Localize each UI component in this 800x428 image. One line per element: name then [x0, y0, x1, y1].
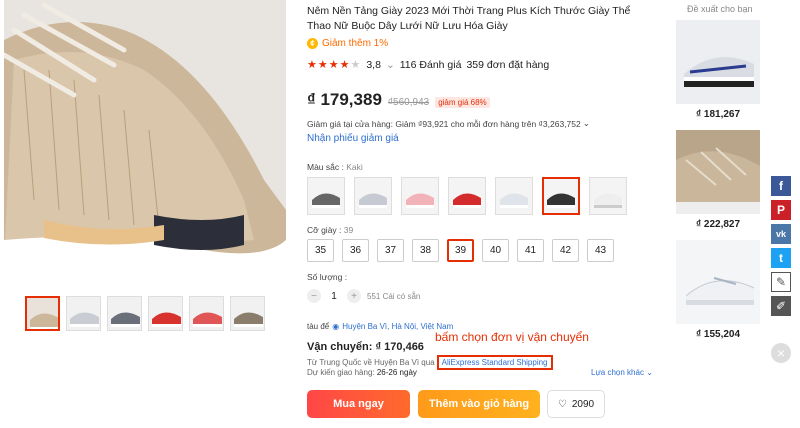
wishlist-button[interactable]: ♡ 2090 — [547, 390, 605, 418]
size-label-row: Cỡ giày : 39 — [307, 225, 353, 235]
shipping-cost: Vận chuyển: ₫ 170,466 — [307, 341, 424, 353]
color-swatch[interactable] — [589, 177, 627, 215]
chevron-down-icon[interactable]: ⌄ — [386, 59, 395, 71]
store-discount[interactable]: Giảm giá tại cửa hàng: Giảm ₫93,921 cho … — [307, 118, 590, 129]
recommendation-image[interactable] — [676, 240, 760, 324]
location-pin-icon: ◉ — [332, 322, 340, 331]
thumbnail[interactable] — [107, 296, 142, 331]
pinterest-icon[interactable]: P — [771, 200, 791, 220]
pen-icon[interactable]: ✐ — [771, 296, 791, 316]
size-options: 35 36 37 38 39 40 41 42 43 — [307, 239, 614, 262]
annotation-text: bấm chọn đơn vị vận chuyển — [435, 330, 589, 344]
more-shipping-options[interactable]: Lựa chọn khác ⌄ — [591, 368, 653, 377]
color-selected-value: Kaki — [346, 162, 363, 172]
size-option[interactable]: 42 — [552, 239, 579, 262]
recommendation-card[interactable]: ₫ 181,267 — [676, 20, 760, 120]
color-label: Màu sắc : — [307, 162, 344, 172]
thumbnail-strip — [25, 296, 265, 331]
coin-icon: ¢ — [307, 38, 318, 49]
review-count[interactable]: 116 Đánh giá — [400, 59, 462, 71]
social-share-bar: f P vk t ✎ ✐ — [771, 176, 791, 316]
size-option[interactable]: 38 — [412, 239, 439, 262]
wishlist-count: 2090 — [571, 398, 595, 410]
heart-icon: ♡ — [557, 398, 567, 410]
quantity-value[interactable]: 1 — [327, 291, 341, 302]
thumbnail[interactable] — [148, 296, 183, 331]
size-option[interactable]: 36 — [342, 239, 369, 262]
facebook-icon[interactable]: f — [771, 176, 791, 196]
thumbnail[interactable] — [66, 296, 101, 331]
vk-icon[interactable]: vk — [771, 224, 791, 244]
main-product-image[interactable] — [4, 0, 286, 286]
color-swatches — [307, 177, 627, 215]
recommendations-title: Đề xuất cho bạn — [687, 4, 753, 14]
color-swatch[interactable] — [401, 177, 439, 215]
star-rating-icon: ★★★★★ — [307, 59, 362, 71]
twitter-icon[interactable]: t — [771, 248, 791, 268]
chevron-down-icon: ⌄ — [582, 118, 590, 128]
discount-badge: giảm giá 68% — [435, 97, 490, 108]
size-selected-value: 39 — [343, 225, 354, 235]
ships-from: tàu để ◉ Huyện Ba Vì, Hà Nội, Việt Nam — [307, 322, 453, 331]
store-discount-text: Giảm giá tại cửa hàng: Giảm ₫93,921 cho … — [307, 118, 581, 129]
recommendation-price: ₫ 222,827 — [695, 219, 741, 230]
decrease-quantity-button[interactable]: − — [307, 289, 321, 303]
buy-now-button[interactable]: Mua ngay — [307, 390, 410, 418]
delivery-label: Dự kiến giao hàng: — [307, 368, 375, 377]
quantity-label: Số lượng : — [307, 272, 348, 282]
thumbnail[interactable] — [25, 296, 60, 331]
delivery-dates: 26-26 ngày — [376, 368, 417, 377]
shipping-route-text: Từ Trung Quốc về Huyện Ba Vì qua — [307, 358, 435, 367]
close-icon[interactable]: × — [771, 343, 791, 363]
color-swatch[interactable] — [307, 177, 345, 215]
size-option[interactable]: 41 — [517, 239, 544, 262]
thumbnail[interactable] — [189, 296, 224, 331]
recommendation-card[interactable]: ₫ 222,827 — [676, 130, 760, 230]
color-swatch[interactable] — [495, 177, 533, 215]
recommendation-image[interactable] — [676, 130, 760, 214]
size-option[interactable]: 37 — [377, 239, 404, 262]
quantity-stepper: − 1 + 551 Cái có sẵn — [307, 289, 420, 303]
size-option[interactable]: 35 — [307, 239, 334, 262]
size-option[interactable]: 43 — [587, 239, 614, 262]
size-label: Cỡ giày : — [307, 225, 342, 235]
recommendation-price: ₫ 155,204 — [695, 329, 741, 340]
shipping-method-link[interactable]: AliExpress Standard Shipping — [436, 355, 553, 370]
rating-value: 3,8 — [366, 58, 381, 71]
size-option[interactable]: 40 — [482, 239, 509, 262]
sneaker-image — [4, 0, 286, 286]
order-count: 359 đơn đặt hàng — [466, 58, 550, 71]
thumbnail[interactable] — [230, 296, 265, 331]
recommendation-price: ₫ 181,267 — [695, 109, 741, 120]
quantity-available: 551 Cái có sẵn — [367, 291, 421, 301]
add-to-cart-button[interactable]: Thêm vào giỏ hàng — [418, 390, 540, 418]
more-options-label: Lựa chọn khác — [591, 368, 644, 377]
get-coupon-link[interactable]: Nhận phiếu giảm giá — [307, 133, 399, 144]
color-swatch[interactable] — [354, 177, 392, 215]
size-option-selected[interactable]: 39 — [447, 239, 474, 262]
original-price: ₫560,943 — [387, 97, 430, 108]
product-title: Nêm Nền Tảng Giày 2023 Mới Thời Trang Pl… — [307, 5, 631, 32]
color-swatch-selected[interactable] — [542, 177, 580, 215]
delivery-estimate: Dự kiến giao hàng: 26-26 ngày — [307, 368, 417, 377]
color-label-row: Màu sắc : Kaki — [307, 162, 363, 172]
recommendation-image[interactable] — [676, 20, 760, 104]
coin-bonus-text: Giảm thêm 1% — [322, 38, 389, 49]
edit-icon[interactable]: ✎ — [771, 272, 791, 292]
rating-row: ★★★★★ 3,8 ⌄ 116 Đánh giá 359 đơn đặt hàn… — [307, 58, 550, 72]
current-price: ₫ 179,389 — [307, 90, 382, 109]
ships-from-label: tàu để — [307, 322, 330, 331]
price-row: ₫ 179,389 ₫560,943 giảm giá 68% — [307, 90, 490, 110]
recommendation-card[interactable]: ₫ 155,204 — [676, 240, 760, 340]
chevron-down-icon: ⌄ — [646, 368, 653, 377]
increase-quantity-button[interactable]: + — [347, 289, 361, 303]
coin-bonus: ¢ Giảm thêm 1% — [307, 38, 388, 49]
color-swatch[interactable] — [448, 177, 486, 215]
